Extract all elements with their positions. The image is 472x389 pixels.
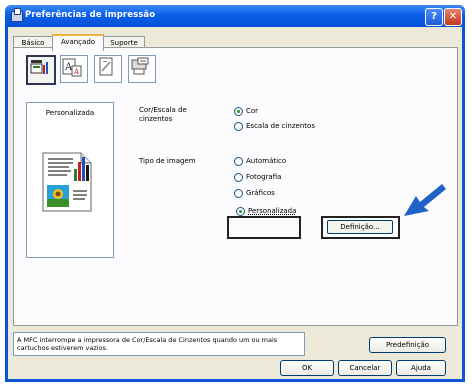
tab-avancado[interactable]: Avançado xyxy=(52,34,104,51)
dialog-client: Básico Avançado Suporte A A Personalizad… xyxy=(8,27,462,379)
radio-graficos[interactable]: Gráficos xyxy=(234,188,314,198)
close-button[interactable]: ✕ xyxy=(444,8,462,26)
ok-button[interactable]: OK xyxy=(280,360,334,376)
help-title-button[interactable]: ? xyxy=(425,8,443,26)
title-bar[interactable]: Preferências de impressão ? ✕ xyxy=(5,5,465,27)
custom-option-highlight xyxy=(227,216,301,239)
default-button[interactable]: Predefinição xyxy=(369,337,446,353)
preview-pane: Personalizada xyxy=(26,102,114,258)
watermark-icon[interactable] xyxy=(94,55,122,83)
radio-automatico[interactable]: Automático xyxy=(234,156,314,166)
color-group-label: Cor/Escala de cinzentos xyxy=(139,106,187,123)
status-message: A MFC interrompe a impressora de Cor/Esc… xyxy=(17,336,278,352)
device-options-icon[interactable] xyxy=(128,55,156,83)
radio-indicator xyxy=(234,157,243,166)
print-preferences-window: Preferências de impressão ? ✕ Básico Ava… xyxy=(5,5,465,382)
radio-personalizada-label: Personalizada xyxy=(248,207,297,215)
printer-icon xyxy=(11,8,23,22)
radio-grayscale[interactable]: Escala de cinzentos xyxy=(234,121,344,131)
settings-button[interactable]: Definição... xyxy=(327,220,393,234)
radio-indicator xyxy=(234,189,243,198)
window-title: Preferências de impressão xyxy=(25,10,156,20)
image-type-label: Tipo de imagem xyxy=(139,157,196,165)
radio-indicator xyxy=(236,207,245,216)
radio-graficos-label: Gráficos xyxy=(246,189,275,197)
color-mode-icon[interactable] xyxy=(26,55,56,85)
radio-fotografia-label: Fotografia xyxy=(246,173,282,181)
preview-label: Personalizada xyxy=(45,109,95,117)
radio-personalizada[interactable]: Personalizada xyxy=(236,206,302,216)
radio-indicator xyxy=(234,173,243,182)
svg-text:A: A xyxy=(73,68,80,76)
pointer-arrow-icon xyxy=(404,184,446,216)
radio-indicator xyxy=(234,107,243,116)
cancel-button[interactable]: Cancelar xyxy=(338,360,392,376)
status-message-box: A MFC interrompe a impressora de Cor/Esc… xyxy=(13,332,305,356)
radio-automatico-label: Automático xyxy=(246,157,287,165)
radio-fotografia[interactable]: Fotografia xyxy=(234,172,314,182)
advanced-panel: A A Personalizada Cor/Escala de cinzento… xyxy=(13,47,458,326)
radio-indicator xyxy=(234,122,243,131)
radio-color[interactable]: Cor xyxy=(234,106,294,116)
radio-color-label: Cor xyxy=(246,107,259,115)
help-button[interactable]: Ajuda xyxy=(396,360,446,376)
scaling-icon[interactable]: A A xyxy=(60,55,88,83)
page-preview-image xyxy=(42,152,92,212)
radio-grayscale-label: Escala de cinzentos xyxy=(246,122,315,130)
